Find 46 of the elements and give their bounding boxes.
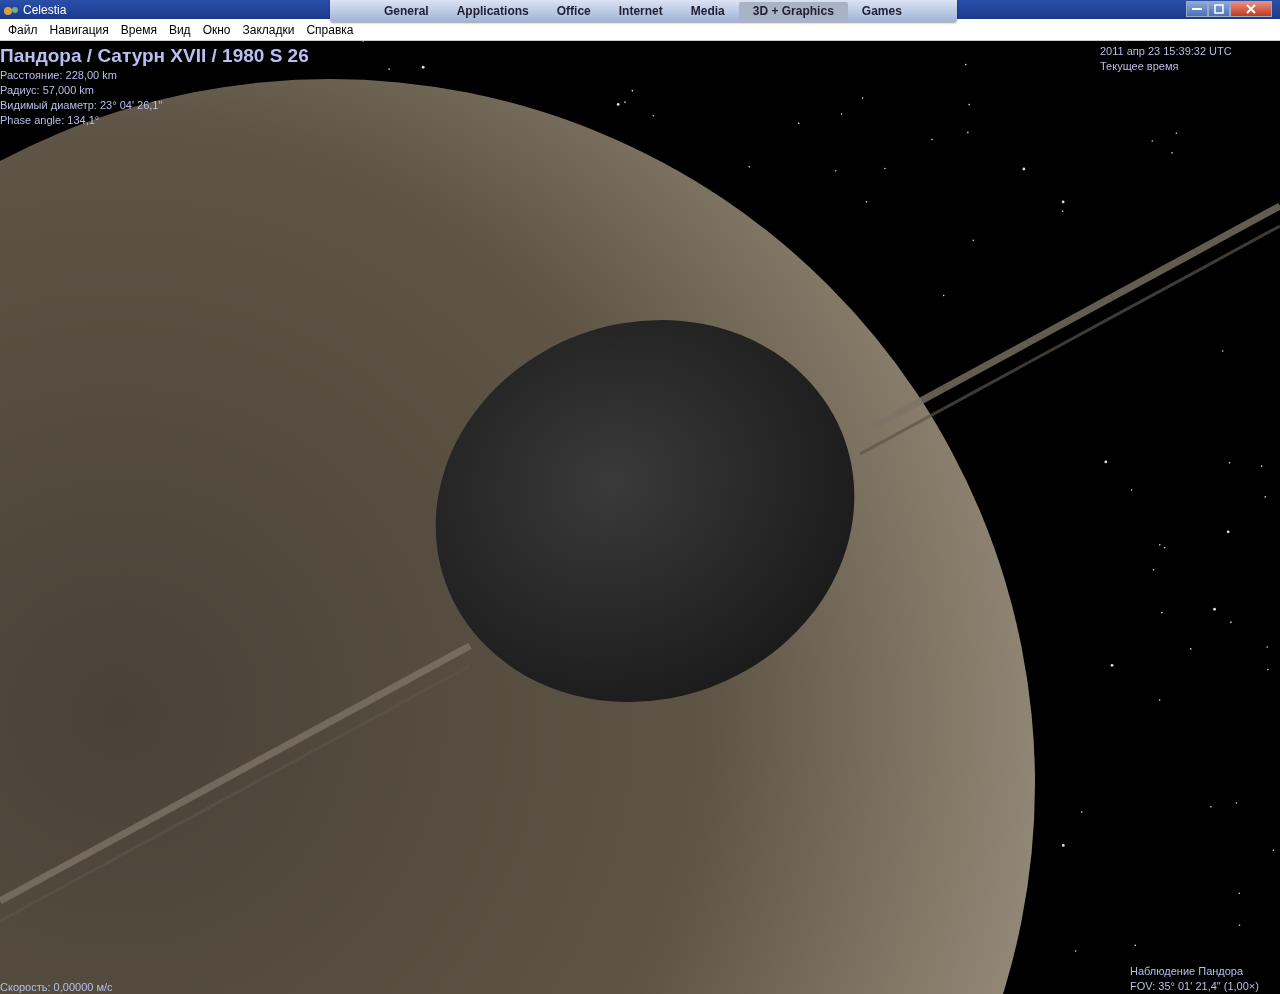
- maximize-icon: [1214, 4, 1224, 14]
- close-button[interactable]: [1230, 1, 1272, 17]
- star-dot: [616, 103, 620, 106]
- close-icon: [1246, 4, 1256, 14]
- object-info-text: Радиус: 57,000 km: [0, 83, 94, 98]
- datetime-text: 2011 апр 23 15:39:32 UTC: [1100, 44, 1232, 59]
- speed-text: Скорость: 0,00000 м/с: [0, 980, 113, 994]
- launcher-tab[interactable]: Games: [847, 2, 916, 20]
- window-title: Celestia: [23, 2, 67, 17]
- star-dot: [1272, 849, 1275, 852]
- time-mode-text: Текущее время: [1100, 59, 1179, 74]
- star-dot: [421, 65, 425, 69]
- launcher-tab[interactable]: Internet: [604, 2, 677, 20]
- menu-item[interactable]: Вид: [162, 22, 197, 37]
- star-dot: [1061, 844, 1065, 847]
- object-info-text: Phase angle: 134,1°: [0, 113, 100, 128]
- object-info-text: Видимый диаметр: 23° 04' 26,1": [0, 98, 163, 113]
- menu-item[interactable]: Закладки: [236, 22, 301, 37]
- launcher-tab[interactable]: 3D + Graphics: [738, 2, 848, 20]
- launcher-tab[interactable]: Office: [542, 2, 605, 20]
- star-dot: [1104, 460, 1108, 464]
- object-title: Пандора / Сатурн XVII / 1980 S 26: [0, 44, 309, 68]
- menu-item[interactable]: Окно: [196, 22, 237, 37]
- star-dot: [1226, 530, 1230, 534]
- star-dot: [942, 294, 945, 297]
- launcher-tab[interactable]: Applications: [442, 2, 543, 20]
- star-dot: [1022, 167, 1026, 171]
- star-dot: [834, 169, 837, 172]
- star-dot: [631, 89, 634, 92]
- object-info-text: Расстояние: 228,00 km: [0, 68, 117, 83]
- star-dot: [1213, 607, 1216, 611]
- observing-text: Наблюдение Пандора: [1130, 964, 1244, 979]
- minimize-button[interactable]: [1186, 1, 1208, 17]
- menu-item[interactable]: Время: [114, 22, 163, 37]
- menu-item[interactable]: Файл: [2, 22, 44, 37]
- maximize-button[interactable]: [1208, 1, 1230, 17]
- menu-item[interactable]: Навигация: [43, 22, 115, 37]
- star-dot: [1110, 663, 1114, 667]
- minimize-icon: [1192, 7, 1202, 11]
- star-dot: [797, 122, 800, 125]
- menu-item[interactable]: Справка: [300, 22, 360, 37]
- fov-text: FOV: 35° 01' 21,4" (1,00×): [1130, 979, 1259, 994]
- star-dot: [1061, 200, 1065, 204]
- launcher-tab[interactable]: General: [370, 2, 443, 20]
- star-dot: [1152, 568, 1155, 571]
- launcher-tab[interactable]: Media: [676, 2, 739, 20]
